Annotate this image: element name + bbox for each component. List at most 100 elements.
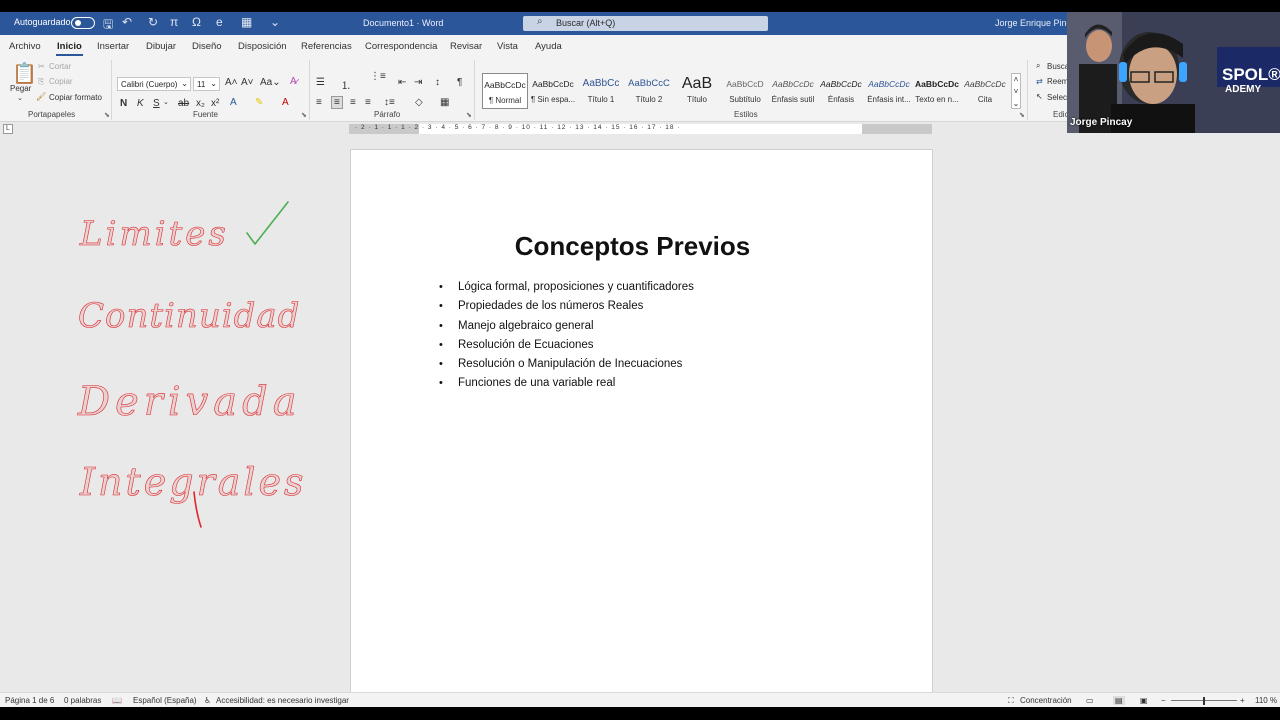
focus-mode-button[interactable]: Concentración bbox=[1020, 696, 1072, 705]
save-icon[interactable]: 🖫 bbox=[103, 15, 113, 36]
line-spacing-icon[interactable]: ↕≡ bbox=[384, 97, 395, 108]
word-count[interactable]: 0 palabras bbox=[64, 696, 101, 705]
style-quote[interactable]: AaBbCcDc Cita bbox=[962, 73, 1008, 109]
search-box[interactable]: ⌕ Buscar (Alt+Q) bbox=[523, 16, 768, 31]
tab-disposicion[interactable]: Disposición bbox=[238, 41, 287, 52]
tab-selector-icon[interactable]: L bbox=[3, 124, 13, 134]
increase-indent-icon[interactable]: ⇥ bbox=[414, 77, 422, 88]
ink-equation-icon[interactable]: e bbox=[216, 15, 223, 29]
shrink-font-icon[interactable]: A˅ bbox=[241, 77, 254, 88]
tab-vista[interactable]: Vista bbox=[497, 41, 518, 52]
italic-button[interactable]: K bbox=[137, 98, 144, 109]
clipboard-launcher-icon[interactable]: ⬊ bbox=[104, 111, 110, 119]
style-intense-emphasis[interactable]: AaBbCcDc Énfasis int... bbox=[866, 73, 912, 109]
borders-icon[interactable]: ▦ bbox=[440, 97, 449, 108]
chevron-down-icon[interactable]: ⌄ bbox=[163, 98, 169, 106]
tab-dibujar[interactable]: Dibujar bbox=[146, 41, 176, 52]
tab-revisar[interactable]: Revisar bbox=[450, 41, 482, 52]
tab-correspondencia[interactable]: Correspondencia bbox=[365, 41, 437, 52]
font-family-select[interactable]: Calibri (Cuerpo) ⌄ bbox=[117, 77, 191, 91]
numbering-icon[interactable]: ⒈ bbox=[341, 77, 351, 92]
multilevel-list-icon[interactable]: ⋮≡ bbox=[370, 71, 386, 82]
paste-dropdown-icon[interactable]: ⌄ bbox=[17, 94, 23, 102]
zoom-in-icon[interactable]: + bbox=[1240, 696, 1245, 705]
document-heading[interactable]: Conceptos Previos bbox=[333, 231, 932, 262]
list-item[interactable]: Propiedades de los números Reales bbox=[439, 297, 694, 317]
show-marks-icon[interactable]: ¶ bbox=[457, 77, 462, 88]
bold-button[interactable]: N bbox=[120, 98, 127, 109]
font-color-icon[interactable]: A bbox=[282, 97, 289, 108]
style-title[interactable]: AaB Título bbox=[674, 73, 720, 109]
paragraph-launcher-icon[interactable]: ⬊ bbox=[466, 111, 472, 119]
font-launcher-icon[interactable]: ⬊ bbox=[301, 111, 307, 119]
zoom-slider-thumb[interactable] bbox=[1203, 697, 1205, 705]
tab-diseno[interactable]: Diseño bbox=[192, 41, 222, 52]
superscript-icon[interactable]: x² bbox=[211, 98, 219, 109]
tab-archivo[interactable]: Archivo bbox=[9, 41, 41, 52]
list-item[interactable]: Funciones de una variable real bbox=[439, 374, 694, 394]
align-center-icon[interactable]: ≡ bbox=[331, 96, 343, 109]
styles-scroll-icon[interactable]: ˄ ˅ ⌄ bbox=[1011, 73, 1021, 109]
symbol-icon[interactable]: Ω bbox=[192, 15, 201, 29]
table-icon[interactable]: ▦ bbox=[241, 15, 252, 29]
list-item[interactable]: Resolución o Manipulación de Inecuacione… bbox=[439, 355, 694, 375]
autosave-toggle[interactable] bbox=[71, 17, 95, 29]
decrease-indent-icon[interactable]: ⇤ bbox=[398, 77, 406, 88]
format-painter-button[interactable]: Copiar formato bbox=[49, 93, 102, 102]
web-layout-icon[interactable]: ▣ bbox=[1140, 696, 1148, 705]
align-left-icon[interactable]: ≡ bbox=[316, 97, 322, 108]
cut-button[interactable]: Cortar bbox=[49, 62, 71, 71]
font-size-select[interactable]: 11 ⌄ bbox=[193, 77, 220, 91]
style-subtitle[interactable]: AaBbCcD Subtítulo bbox=[722, 73, 768, 109]
copy-button[interactable]: Copiar bbox=[49, 77, 73, 86]
paste-button[interactable]: Pegar bbox=[10, 84, 31, 93]
paste-icon[interactable]: 📋 bbox=[12, 61, 37, 86]
strikethrough-icon[interactable]: ab bbox=[178, 98, 189, 109]
undo-icon[interactable]: ↶ bbox=[122, 15, 132, 29]
document-page[interactable]: Conceptos Previos Lógica formal, proposi… bbox=[350, 149, 933, 694]
sort-icon[interactable]: ↕ bbox=[435, 77, 440, 88]
subscript-icon[interactable]: x₂ bbox=[196, 98, 205, 109]
text-effects-icon[interactable]: A bbox=[230, 97, 237, 108]
zoom-level[interactable]: 110 % bbox=[1255, 696, 1277, 705]
bullet-list[interactable]: Lógica formal, proposiciones y cuantific… bbox=[439, 278, 694, 394]
tab-inicio[interactable]: Inicio bbox=[56, 41, 83, 56]
underline-button[interactable]: S bbox=[153, 98, 160, 109]
proofing-icon[interactable]: 📖 bbox=[112, 696, 122, 705]
replace-icon: ⇄ bbox=[1036, 77, 1043, 86]
style-no-spacing[interactable]: AaBbCcDc ¶ Sin espa... bbox=[530, 73, 576, 109]
print-layout-icon[interactable]: ▤ bbox=[1113, 696, 1125, 705]
clear-format-icon[interactable]: A̷ bbox=[290, 76, 297, 87]
list-item[interactable]: Resolución de Ecuaciones bbox=[439, 336, 694, 356]
zoom-out-icon[interactable]: − bbox=[1161, 696, 1166, 705]
style-heading-2[interactable]: AaBbCcC Título 2 bbox=[626, 73, 672, 109]
chevron-down-icon: ⌄ bbox=[181, 79, 188, 88]
justify-icon[interactable]: ≡ bbox=[365, 97, 371, 108]
list-item[interactable]: Lógica formal, proposiciones y cuantific… bbox=[439, 278, 694, 298]
styles-launcher-icon[interactable]: ⬊ bbox=[1019, 111, 1025, 119]
bullets-icon[interactable]: ☰ bbox=[316, 77, 325, 88]
shading-icon[interactable]: ◇ bbox=[415, 97, 423, 108]
change-case-icon[interactable]: Aa⌄ bbox=[260, 77, 281, 88]
tab-insertar[interactable]: Insertar bbox=[97, 41, 129, 52]
page-count[interactable]: Página 1 de 6 bbox=[5, 696, 54, 705]
redo-icon[interactable]: ↻ bbox=[148, 15, 158, 29]
language-indicator[interactable]: Español (España) bbox=[133, 696, 197, 705]
read-mode-icon[interactable]: ▭ bbox=[1086, 696, 1094, 705]
accessibility-status[interactable]: Accesibilidad: es necesario investigar bbox=[216, 696, 349, 705]
tab-ayuda[interactable]: Ayuda bbox=[535, 41, 562, 52]
style-emphasis[interactable]: AaBbCcDc Énfasis bbox=[818, 73, 864, 109]
style-strong[interactable]: AaBbCcDc Texto en n... bbox=[914, 73, 960, 109]
tab-referencias[interactable]: Referencias bbox=[301, 41, 352, 52]
style-normal[interactable]: AaBbCcDc ¶ Normal bbox=[482, 73, 528, 109]
align-right-icon[interactable]: ≡ bbox=[350, 97, 356, 108]
highlight-icon[interactable]: ✎ bbox=[255, 97, 263, 108]
style-preview: AaBbCcDc bbox=[820, 79, 862, 89]
equation-icon[interactable]: π bbox=[170, 15, 178, 29]
grow-font-icon[interactable]: A˄ bbox=[225, 77, 238, 88]
customize-qat-icon[interactable]: ⌄ bbox=[270, 15, 280, 29]
style-heading-1[interactable]: AaBbCc Título 1 bbox=[578, 73, 624, 109]
style-subtle-emphasis[interactable]: AaBbCcDc Énfasis sutil bbox=[770, 73, 816, 109]
horizontal-ruler[interactable]: · 2 · 1 · 1 · 1 · 2 · 3 · 4 · 5 · 6 · 7 … bbox=[349, 124, 932, 134]
list-item[interactable]: Manejo algebraico general bbox=[439, 317, 694, 337]
